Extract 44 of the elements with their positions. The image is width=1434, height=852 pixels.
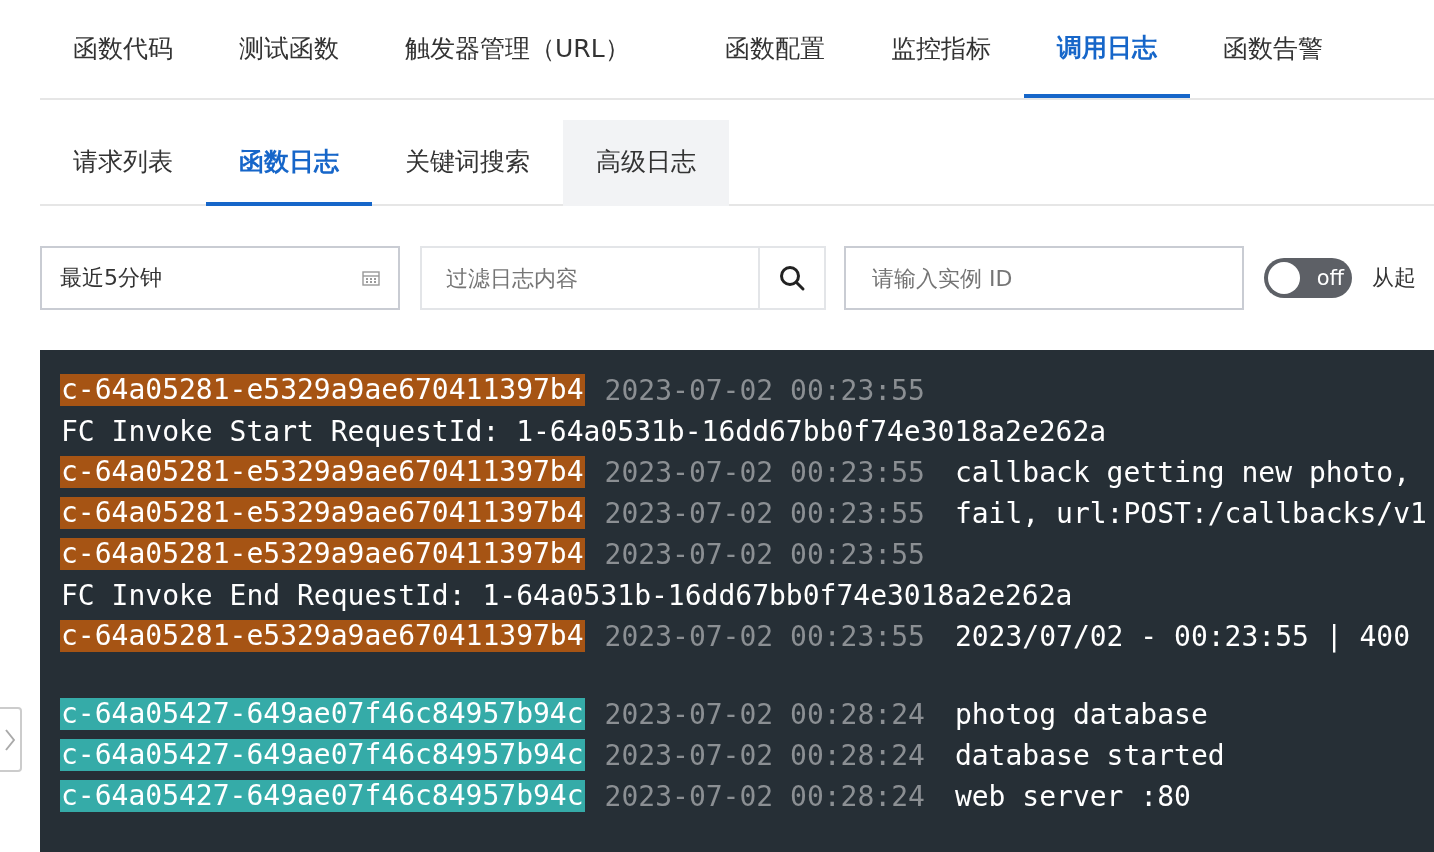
instance-id: c-64a05427-649ae07f46c84957b94c	[60, 698, 585, 730]
log-message: 2023/07/02 - 00:23:55 | 400	[954, 619, 1411, 653]
instance-id: c-64a05427-649ae07f46c84957b94c	[60, 739, 585, 771]
filter-input[interactable]: 过滤日志内容	[420, 246, 826, 310]
tab[interactable]: 测试函数	[206, 0, 372, 100]
tab[interactable]: 触发器管理（URL）	[372, 0, 692, 100]
log-message: web server :80	[954, 779, 1191, 813]
instance-id: c-64a05281-e5329a9ae670411397b4	[60, 456, 585, 488]
tab[interactable]: 函数代码	[40, 0, 206, 100]
instance-id: c-64a05281-e5329a9ae670411397b4	[60, 538, 585, 570]
log-time: 2023-07-02 00:23:55	[604, 537, 925, 571]
tab[interactable]: 调用日志	[1023, 0, 1190, 98]
toggle-switch[interactable]: off	[1264, 258, 1352, 298]
instance-id: c-64a05281-e5329a9ae670411397b4	[60, 374, 585, 406]
instance-id: c-64a05281-e5329a9ae670411397b4	[60, 620, 585, 652]
log-time: 2023-07-02 00:23:55	[604, 619, 925, 653]
tab[interactable]: 函数配置	[691, 0, 858, 100]
log-message: database started	[954, 738, 1225, 772]
instance-id: c-64a05427-649ae07f46c84957b94c	[60, 780, 585, 812]
sub-tab[interactable]: 请求列表	[40, 120, 206, 206]
tab[interactable]: 监控指标	[857, 0, 1024, 100]
search-icon	[778, 264, 806, 292]
chevron-right-icon	[5, 728, 15, 751]
log-message: FC Invoke Start RequestId: 1-64a0531b-16dd67bb0f74e3018a2e262a	[61, 414, 1107, 448]
log-time: 2023-07-02 00:23:55	[604, 496, 925, 530]
log-message: fail, url:POST:/callbacks/v1	[954, 496, 1427, 530]
log-time: 2023-07-02 00:28:24	[604, 779, 925, 813]
instance-id: c-64a05281-e5329a9ae670411397b4	[60, 497, 585, 529]
log-time: 2023-07-02 00:28:24	[604, 697, 925, 731]
log-time: 2023-07-02 00:23:55	[604, 455, 925, 489]
log-message: photog database	[954, 697, 1208, 731]
log-message: callback getting new photo,	[954, 455, 1411, 489]
sub-tab[interactable]: 关键词搜索	[372, 120, 563, 206]
side-panel-handle[interactable]	[0, 707, 22, 772]
sub-tab[interactable]: 高级日志	[563, 120, 729, 206]
log-time: 2023-07-02 00:23:55	[604, 373, 925, 407]
time-range-field[interactable]: 最近5分钟	[40, 246, 400, 310]
tab[interactable]: 函数告警	[1189, 0, 1356, 100]
sub-tab[interactable]: 函数日志	[206, 120, 372, 206]
toggle-label: 从起	[1372, 264, 1416, 292]
log-time: 2023-07-02 00:28:24	[604, 738, 925, 772]
calendar-icon	[362, 270, 380, 286]
instance-id-input[interactable]: 请输入实例 ID	[844, 246, 1244, 310]
log-message: FC Invoke End RequestId: 1-64a0531b-16dd67bb0f74e3018a2e262a	[61, 578, 1073, 612]
